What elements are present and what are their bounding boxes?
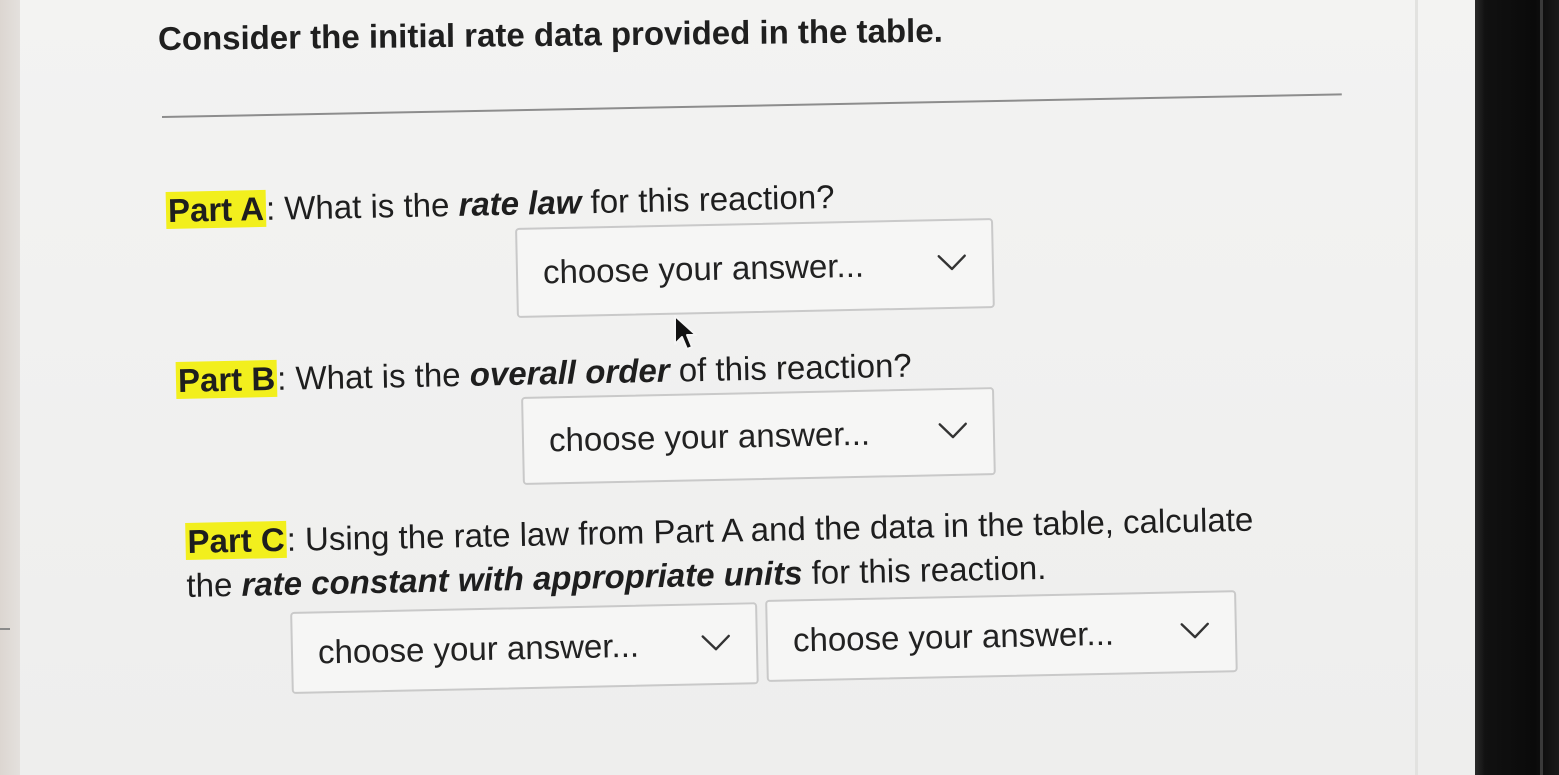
- question-content: Consider the initial rate data provided …: [0, 0, 1559, 775]
- part-c-question: Part C: Using the rate law from Part A a…: [185, 498, 1255, 608]
- chevron-down-icon: [938, 422, 967, 439]
- part-a-question: Part A: What is the rate law for this re…: [165, 178, 835, 230]
- part-c-line2-after: for this reaction.: [802, 548, 1047, 592]
- part-a-dropdown-value: choose your answer...: [542, 246, 865, 291]
- part-b-text-after: of this reaction?: [669, 346, 913, 389]
- part-c-value-dropdown-value: choose your answer...: [317, 626, 640, 671]
- part-c-units-dropdown-value: choose your answer...: [792, 614, 1115, 659]
- part-b-emphasis: overall order: [469, 351, 670, 393]
- part-a-emphasis: rate law: [458, 183, 582, 223]
- mouse-pointer-icon: [674, 315, 697, 350]
- part-c-value-dropdown[interactable]: choose your answer...: [290, 602, 759, 694]
- part-c-emphasis: rate constant with appropriate units: [241, 554, 803, 603]
- chevron-down-icon: [1180, 622, 1209, 639]
- part-b-dropdown[interactable]: choose your answer...: [521, 387, 996, 485]
- part-c-line2-before: the: [186, 565, 242, 604]
- part-b-dropdown-value: choose your answer...: [548, 414, 871, 459]
- part-a-text-before: : What is the: [265, 185, 459, 227]
- photo-stage: Consider the initial rate data provided …: [0, 0, 1559, 775]
- part-b-label: Part B: [175, 359, 278, 399]
- page-title: Consider the initial rate data provided …: [157, 11, 943, 57]
- part-b-text-before: : What is the: [276, 355, 471, 397]
- chevron-down-icon: [937, 254, 966, 271]
- part-c-units-dropdown[interactable]: choose your answer...: [765, 590, 1238, 682]
- part-a-dropdown[interactable]: choose your answer...: [515, 217, 995, 318]
- divider: [161, 93, 1342, 118]
- part-c-label: Part C: [185, 520, 288, 561]
- part-a-label: Part A: [165, 189, 267, 229]
- chevron-down-icon: [701, 634, 730, 651]
- part-a-text-after: for this reaction?: [580, 178, 835, 221]
